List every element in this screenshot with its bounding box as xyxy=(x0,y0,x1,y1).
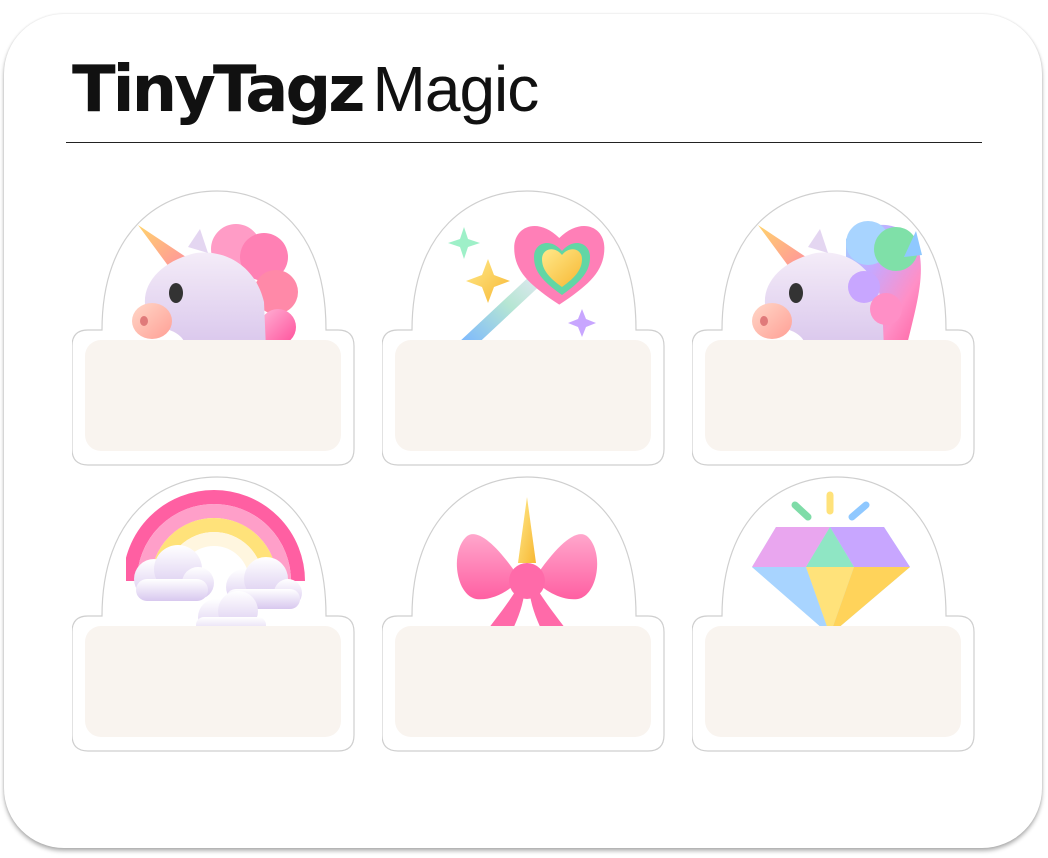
name-tag[interactable] xyxy=(692,475,982,757)
name-tag[interactable] xyxy=(382,189,672,471)
name-tag[interactable] xyxy=(692,189,982,471)
name-label-area[interactable] xyxy=(395,340,651,451)
collection-name: Magic xyxy=(372,53,540,125)
unicorn-bow-icon xyxy=(456,497,598,635)
name-label-area[interactable] xyxy=(705,340,961,451)
page-title: TinyTagz Magic xyxy=(72,44,540,134)
name-tag[interactable] xyxy=(382,475,672,757)
name-label-area[interactable] xyxy=(395,626,651,737)
name-label-area[interactable] xyxy=(85,340,341,451)
title-divider xyxy=(66,142,982,143)
diamond-icon xyxy=(752,491,910,635)
name-label-area[interactable] xyxy=(705,626,961,737)
rainbow-clouds-icon xyxy=(126,490,305,635)
name-label-area[interactable] xyxy=(85,626,341,737)
name-tag[interactable] xyxy=(72,475,362,757)
unicorn-pink-icon xyxy=(132,224,298,349)
brand-name: TinyTagz xyxy=(72,53,366,127)
name-tag[interactable] xyxy=(72,189,362,471)
unicorn-rainbow-icon xyxy=(752,221,922,349)
magic-wand-heart-icon xyxy=(448,225,605,349)
